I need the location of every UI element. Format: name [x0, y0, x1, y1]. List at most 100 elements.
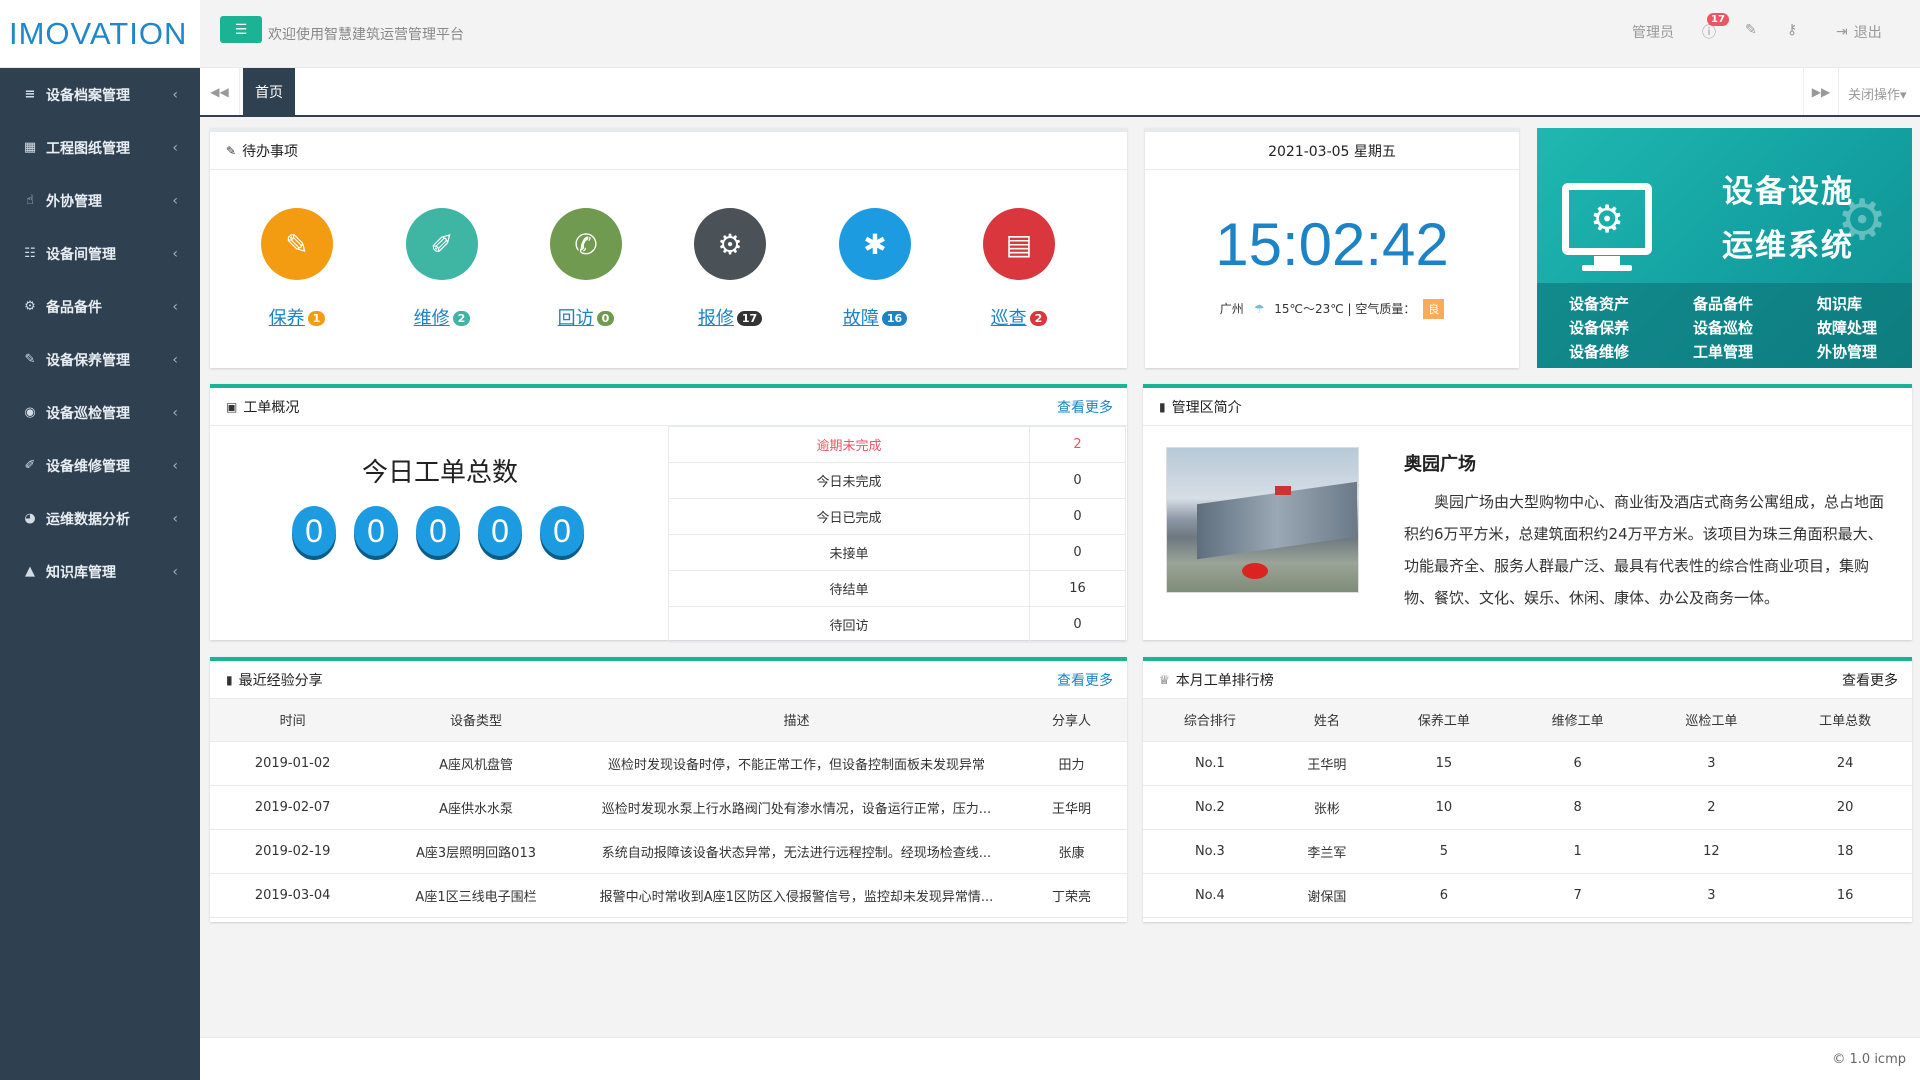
chevron-left-icon: ‹	[172, 457, 178, 474]
banner-feature: 工单管理	[1693, 343, 1754, 361]
temperature: 15℃～23℃	[1274, 302, 1344, 316]
hand-icon: ☝	[26, 193, 34, 208]
experience-more-link[interactable]: 查看更多	[1057, 670, 1113, 690]
column-header[interactable]: 工单总数	[1778, 699, 1912, 742]
tab-scroll-right-icon[interactable]: ▶▶	[1803, 68, 1839, 115]
sidebar-item-5[interactable]: ✎ 设备保养管理 ‹	[0, 333, 200, 386]
column-header[interactable]: 姓名	[1276, 699, 1378, 742]
welcome-text: 欢迎使用智慧建筑运营管理平台	[268, 27, 464, 43]
chevron-left-icon: ‹	[172, 404, 178, 421]
table-cell: 谢保国	[1276, 873, 1378, 918]
table-cell: 3	[1644, 741, 1779, 786]
column-header[interactable]: 分享人	[1016, 699, 1127, 742]
close-ops-dropdown[interactable]: 关闭操作▾	[1848, 84, 1907, 103]
todo-link[interactable]: 回访 0	[516, 304, 656, 330]
work-summary-panel: ▣ 工单概况 查看更多 今日工单总数 00000 逾期未完成 2 今日未完成 0 今日已…	[210, 384, 1127, 643]
todo-link[interactable]: 巡查 2	[949, 304, 1089, 330]
table-row[interactable]: 2019-01-02 A座风机盘管 巡检时发现设备时停，不能正常工作，但设备控制面板…	[210, 741, 1127, 786]
menu-toggle-button[interactable]: ☰	[220, 16, 262, 43]
table-cell: 系统自动报障该设备状态异常，无法进行远程控制。经现场检查线...	[576, 829, 1017, 874]
table-cell: 张康	[1016, 829, 1127, 874]
column-header[interactable]: 设备类型	[375, 699, 577, 742]
table-cell: 张彬	[1276, 785, 1378, 830]
sidebar-item-1[interactable]: ▦ 工程图纸管理 ‹	[0, 121, 200, 174]
pencil-icon[interactable]: ✎	[1745, 22, 1757, 38]
todo-item-2[interactable]: ✆ 回访 0	[516, 208, 656, 330]
todo-count-badge: 17	[736, 311, 763, 326]
table-cell: 2019-02-07	[210, 785, 376, 830]
stat-value: 0	[1029, 462, 1126, 499]
blueprint-icon: ▦	[23, 140, 37, 155]
top-bar: ☰ 欢迎使用智慧建筑运营管理平台 管理员 ⓘ 17 ✎ ⚷ ⇥ 退出	[200, 0, 1920, 68]
logout-button[interactable]: ⇥ 退出	[1836, 22, 1882, 42]
todo-link[interactable]: 保养 1	[227, 304, 367, 330]
work-more-link[interactable]: 查看更多	[1057, 397, 1113, 417]
todo-count-badge: 0	[596, 311, 615, 326]
chevron-left-icon: ‹	[172, 510, 178, 527]
column-header[interactable]: 描述	[576, 699, 1017, 742]
todo-item-5[interactable]: ▤ 巡查 2	[949, 208, 1089, 330]
monitor-gear-icon: ⚙	[1562, 183, 1652, 255]
cogs-icon[interactable]: ⚙	[694, 208, 766, 280]
table-cell: 2019-03-04	[210, 873, 376, 918]
wrench-icon[interactable]: ✐	[406, 208, 478, 280]
stat-value: 16	[1029, 570, 1126, 607]
photo-flag	[1275, 486, 1291, 495]
table-row[interactable]: No.1 王华明 15 6 3 24	[1143, 741, 1912, 786]
column-header[interactable]: 时间	[210, 699, 376, 742]
sidebar-item-0[interactable]: ≡ 设备档案管理 ‹	[0, 68, 200, 121]
sidebar-item-6[interactable]: ◉ 设备巡检管理 ‹	[0, 386, 200, 439]
tab-home[interactable]: 首页	[243, 68, 295, 115]
clock-time: 15:02:42	[1215, 211, 1449, 278]
todo-label: 保养	[268, 308, 305, 329]
table-row[interactable]: 2019-03-04 A座1区三线电子围栏 报警中心时常收到A座1区防区入侵报警信号…	[210, 873, 1127, 918]
logo[interactable]: IMOVATION	[0, 0, 200, 68]
sidebar-item-8[interactable]: ◕ 运维数据分析 ‹	[0, 492, 200, 545]
key-icon[interactable]: ⚷	[1787, 22, 1797, 38]
stat-label: 待回访	[667, 606, 1031, 643]
table-row[interactable]: 2019-02-19 A座3层照明回路013 系统自动报障该设备状态异常，无法进行远…	[210, 829, 1127, 874]
todo-item-3[interactable]: ⚙ 报修 17	[660, 208, 800, 330]
sidebar-item-3[interactable]: ☷ 设备间管理 ‹	[0, 227, 200, 280]
sidebar-item-2[interactable]: ☝ 外协管理 ‹	[0, 174, 200, 227]
tab-scroll-left-icon[interactable]: ◀◀	[200, 68, 240, 115]
logout-label: 退出	[1853, 25, 1882, 41]
intro-panel: ▮ 管理区简介 奥园广场 奥园广场由大型购物中心、商业街及酒店式商务公寓组成，总…	[1143, 384, 1912, 640]
wand-icon[interactable]: ✎	[261, 208, 333, 280]
column-header[interactable]: 维修工单	[1510, 699, 1645, 742]
plaza-name: 奥园广场	[1404, 454, 1476, 475]
sidebar-item-7[interactable]: ✐ 设备维修管理 ‹	[0, 439, 200, 492]
grid-icon: ☷	[24, 246, 36, 261]
todo-item-1[interactable]: ✐ 维修 2	[372, 208, 512, 330]
map-icon[interactable]: ▤	[983, 208, 1055, 280]
todo-link[interactable]: 维修 2	[372, 304, 512, 330]
todo-link[interactable]: 报修 17	[660, 304, 800, 330]
ranking-more-link[interactable]: 查看更多	[1842, 670, 1898, 690]
sidebar-item-4[interactable]: ⚙ 备品备件 ‹	[0, 280, 200, 333]
banner-feature: 设备巡检	[1693, 319, 1754, 337]
phone-icon[interactable]: ✆	[550, 208, 622, 280]
table-row[interactable]: No.2 张彬 10 8 2 20	[1143, 785, 1912, 830]
stat-row: 待回访 0	[667, 606, 1126, 643]
table-cell: A座供水水泵	[375, 785, 577, 830]
table-row[interactable]: No.4 谢保国 6 7 3 16	[1143, 873, 1912, 918]
building-icon: ▮	[1159, 399, 1166, 414]
column-header[interactable]: 保养工单	[1377, 699, 1511, 742]
todo-link[interactable]: 故障 16	[805, 304, 945, 330]
column-header[interactable]: 巡检工单	[1644, 699, 1779, 742]
sidebar-item-label: 设备间管理	[46, 246, 116, 263]
table-row[interactable]: No.3 李兰军 5 1 12 18	[1143, 829, 1912, 874]
briefcase-icon: ▣	[226, 399, 238, 414]
pie-icon: ◕	[24, 511, 36, 526]
bug-icon[interactable]: ✱	[839, 208, 911, 280]
stat-value: 0	[1029, 606, 1126, 643]
banner-feature: 设备保养	[1569, 319, 1630, 337]
todo-item-0[interactable]: ✎ 保养 1	[227, 208, 367, 330]
close-ops-label: 关闭操作	[1848, 88, 1901, 103]
ranking-table: 综合排行 姓名 保养工单 维修工单 巡检工单 工单总数 No.1 王华明 15 6 3 24 No.2…	[1143, 699, 1912, 918]
todo-item-4[interactable]: ✱ 故障 16	[805, 208, 945, 330]
table-row[interactable]: 2019-02-07 A座供水水泵 巡检时发现水泵上行水路阀门处有渗水情况，设备运行…	[210, 785, 1127, 830]
column-header[interactable]: 综合排行	[1143, 699, 1277, 742]
admin-link[interactable]: 管理员	[1632, 22, 1674, 42]
sidebar-item-9[interactable]: ▲ 知识库管理 ‹	[0, 545, 200, 598]
